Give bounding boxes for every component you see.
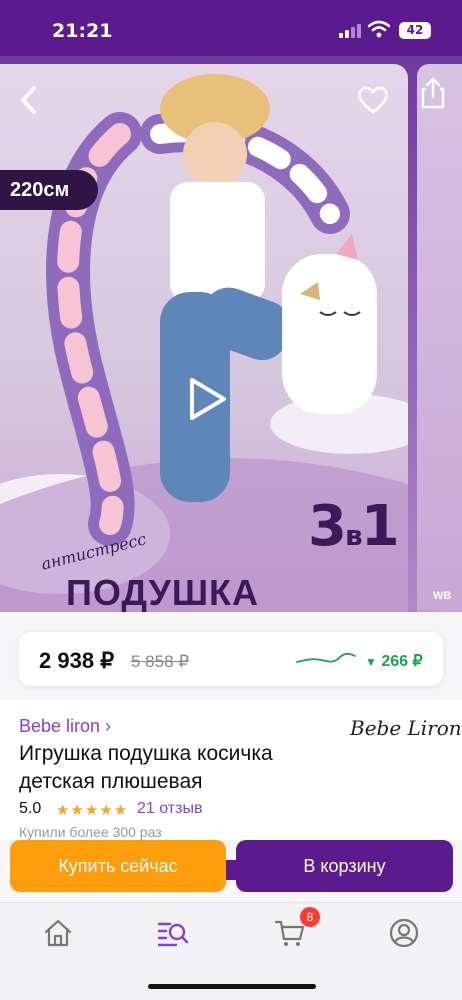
promo-toy: игрушка [164, 604, 344, 612]
promo-3in1-last: 1 [360, 494, 400, 559]
rating-stars: ★★★★★ [56, 802, 129, 819]
play-icon [190, 378, 226, 420]
price-drop-value: 266 ₽ [381, 653, 423, 670]
price-drop: ▼ 266 ₽ [365, 651, 423, 671]
profile-icon [389, 918, 419, 948]
promo-3in1: 3в1 [308, 494, 400, 559]
share-icon [421, 77, 445, 109]
old-price: 5 858 ₽ [131, 652, 190, 671]
product-image[interactable]: 220см 3в1 антистресс ПОДУШКА игрушка WB [0, 64, 408, 612]
purchases-count: Купили более 300 раз [19, 824, 162, 840]
product-gallery[interactable]: 220см 3в1 антистресс ПОДУШКА игрушка WB … [0, 56, 462, 612]
price-history-sparkline [296, 652, 356, 663]
product-title: Игрушка подушка косичка детская плюшевая [19, 742, 273, 793]
cart-count-badge: 8 [300, 907, 320, 927]
tab-catalog-search[interactable] [156, 917, 189, 949]
tab-home[interactable] [42, 917, 74, 949]
chevron-left-icon [21, 86, 36, 114]
rating-value: 5.0 [19, 800, 42, 817]
product-info: Bebe liron › Bebe Liron Игрушка подушка … [0, 700, 462, 840]
favorite-button[interactable] [356, 84, 390, 116]
button-divider [226, 860, 236, 880]
promo-3in1-mid: в [344, 519, 363, 552]
home-icon [44, 919, 72, 947]
heart-icon [358, 86, 388, 114]
signal-icon [339, 24, 361, 38]
wifi-icon [368, 20, 390, 38]
tab-profile[interactable] [388, 917, 420, 949]
brand-logo[interactable]: Bebe Liron [350, 716, 462, 740]
back-button[interactable] [14, 84, 46, 116]
reviews-link[interactable]: 21 отзыв [137, 800, 202, 818]
promo-3in1-first: 3 [308, 494, 347, 559]
home-indicator [148, 984, 316, 989]
add-to-cart-button[interactable]: В корзину [236, 840, 453, 892]
down-arrow-icon: ▼ [365, 655, 377, 669]
status-time: 21:21 [52, 20, 113, 42]
play-video-button[interactable] [186, 376, 230, 422]
buy-now-button[interactable]: Купить сейчас [10, 840, 226, 892]
size-badge: 220см [0, 170, 98, 210]
battery-indicator: 42 [399, 22, 431, 39]
current-price: 2 938 ₽ [39, 648, 115, 673]
share-button[interactable] [418, 76, 448, 110]
price-card[interactable]: 2 938 ₽ 5 858 ₽ ▼ 266 ₽ [19, 632, 443, 686]
next-product-image[interactable]: WB [417, 64, 462, 612]
wb-watermark-next: WB [433, 590, 452, 602]
catalog-search-icon [157, 922, 189, 947]
status-bar: 21:21 42 [0, 0, 462, 56]
brand-link[interactable]: Bebe liron › [19, 716, 111, 737]
